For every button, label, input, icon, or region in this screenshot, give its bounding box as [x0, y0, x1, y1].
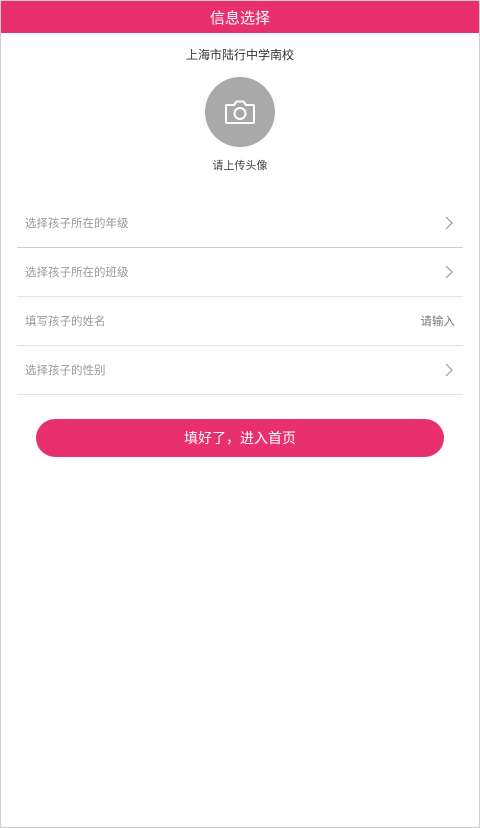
- child-name-input[interactable]: [335, 314, 455, 328]
- child-name-label: 填写孩子的姓名: [25, 314, 106, 328]
- school-name: 上海市陆行中学南校: [185, 48, 294, 62]
- class-select-row[interactable]: 选择孩子所在的班级: [17, 248, 463, 297]
- camera-icon: [225, 100, 255, 124]
- child-name-row: 填写孩子的姓名: [17, 297, 463, 346]
- chevron-right-icon: [443, 215, 455, 231]
- submit-section: 填好了，进入首页: [1, 419, 479, 457]
- header-bar: 信息选择: [1, 1, 479, 33]
- info-form: 选择孩子所在的年级 选择孩子所在的班级 填写孩子的姓名 选择孩子的性别: [1, 199, 479, 395]
- class-select-label: 选择孩子所在的班级: [25, 265, 129, 279]
- avatar-upload-button[interactable]: [205, 77, 275, 147]
- app-frame: 信息选择 上海市陆行中学南校 请上传头像 选择孩子所在的年级 选择孩子所在的班级…: [0, 0, 480, 828]
- avatar-upload-label: 请上传头像: [212, 159, 268, 172]
- avatar-section: 请上传头像: [1, 77, 479, 173]
- chevron-right-icon: [443, 264, 455, 280]
- gender-select-row[interactable]: 选择孩子的性别: [17, 346, 463, 395]
- grade-select-row[interactable]: 选择孩子所在的年级: [17, 199, 463, 248]
- chevron-right-icon: [443, 362, 455, 378]
- submit-button[interactable]: 填好了，进入首页: [36, 419, 444, 457]
- grade-select-label: 选择孩子所在的年级: [25, 216, 129, 230]
- page-title: 信息选择: [209, 8, 270, 27]
- gender-select-label: 选择孩子的性别: [25, 363, 106, 377]
